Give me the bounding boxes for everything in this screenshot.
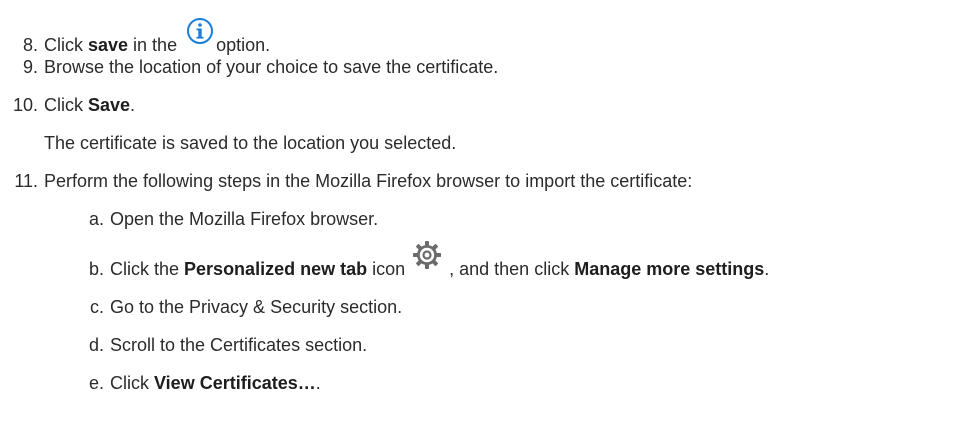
step-number: 9. [22,57,38,77]
step-9: 9. Browse the location of your choice to … [0,55,498,79]
step-number: 11. [14,171,38,191]
step-text: Go to the Privacy & Security section. [110,297,403,317]
step-10-result: The certificate is saved to the location… [44,133,457,153]
substep-letter: b. [88,259,104,279]
step-text: Click [44,95,88,115]
gear-icon [407,241,447,281]
ui-term: save [88,35,129,55]
step-text: Browse the location of your choice to sa… [44,57,499,77]
ui-term: Manage more settings [574,259,765,279]
substep-letter: c. [89,297,104,317]
step-number: 8. [22,35,38,55]
step-8: 8. Click save in the option. [0,17,270,55]
substep-e: e. Click View Certificates…. [86,371,321,395]
step-text: Perform the following steps in the Mozil… [44,171,693,191]
ui-term: Save [88,95,131,115]
step-text: , and then click [449,259,575,279]
substep-letter: a. [88,209,104,229]
step-text: . [130,95,136,115]
step-text: . [315,373,321,393]
substep-d: d. Scroll to the Certificates section. [86,333,367,357]
ui-term: Personalized new tab [184,259,368,279]
step-11: 11. Perform the following steps in the Mo… [0,169,692,193]
step-text: Open the Mozilla Firefox browser. [110,209,379,229]
step-text: . [764,259,770,279]
step-text: Click [44,35,88,55]
substep-c: c. Go to the Privacy & Security section. [86,295,402,319]
substep-letter: d. [88,335,104,355]
step-text: Click [110,373,154,393]
step-text: in the [128,35,183,55]
step-text: Scroll to the Certificates section. [110,335,368,355]
substep-letter: e. [88,373,104,393]
step-text: icon [367,259,406,279]
info-icon [186,17,214,51]
step-text: option. [216,35,271,55]
substep-b: b. Click the Personalized new tab icon , … [86,241,770,281]
step-number: 10. [12,95,38,115]
step-text: Click the [110,259,185,279]
step-10: 10. Click Save. [0,93,135,117]
ui-term: View Certificates… [154,373,316,393]
substep-a: a. Open the Mozilla Firefox browser. [86,207,378,231]
